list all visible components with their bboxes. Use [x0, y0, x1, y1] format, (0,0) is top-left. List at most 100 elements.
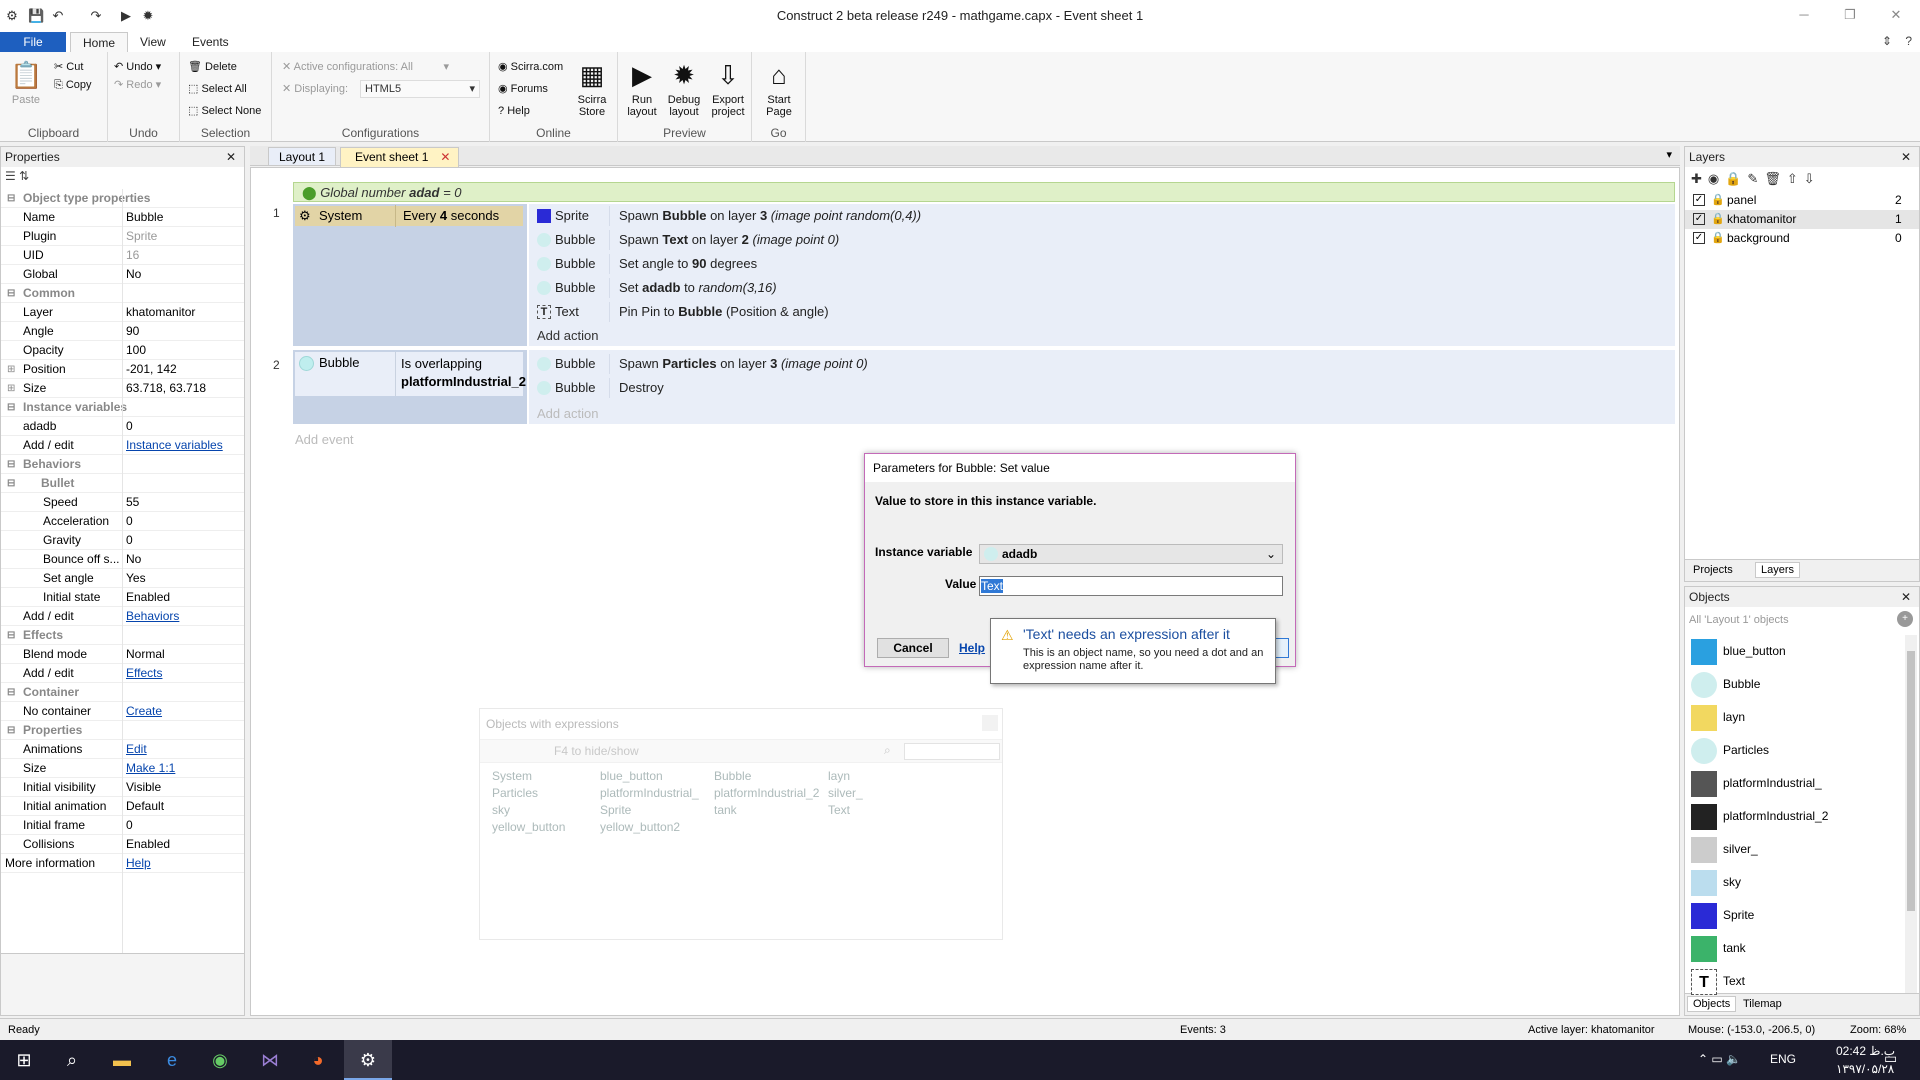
select-all-button[interactable]: ⬚ Select All [188, 80, 247, 98]
property-link[interactable]: Instance variables [126, 436, 223, 455]
lock-icon[interactable]: 🔒 [1711, 210, 1725, 229]
property-link[interactable]: Make 1:1 [126, 759, 175, 778]
expression-object[interactable]: Sprite [600, 803, 631, 817]
object-item[interactable]: sky [1689, 866, 1899, 899]
layers-toolbar[interactable]: ✚◉🔒✎🗑⇧⇩ [1691, 171, 1821, 187]
expression-object[interactable]: sky [492, 803, 510, 817]
close-icon[interactable]: ✕ [1901, 587, 1911, 607]
notifications-icon[interactable]: ▭ [1884, 1050, 1897, 1067]
expression-object[interactable]: silver_ [828, 786, 863, 800]
tab-layers[interactable]: Layers [1755, 562, 1801, 578]
active-config-dropdown[interactable]: ✕ Active configurations: All ▾ [282, 58, 449, 76]
expression-object[interactable]: platformIndustrial_2 [714, 786, 819, 800]
action-row[interactable]: Bubble Spawn Particles on layer 3 (image … [533, 354, 1673, 374]
tray-icons[interactable]: ⌃ ▭ 🔈 [1698, 1052, 1741, 1066]
property-link[interactable]: Create [126, 702, 162, 721]
tab-layout-1[interactable]: Layout 1 [268, 147, 337, 166]
tab-events[interactable]: Events [180, 32, 241, 52]
expand-icon[interactable]: ⊟ [7, 683, 15, 702]
object-item[interactable]: layn [1689, 701, 1899, 734]
object-item[interactable]: blue_button [1689, 635, 1899, 668]
expand-icon[interactable]: ⊟ [7, 474, 15, 493]
close-icon[interactable]: ✕ [1876, 4, 1916, 26]
tab-projects[interactable]: Projects [1689, 564, 1737, 576]
close-icon[interactable]: ✕ [226, 147, 236, 167]
tab-event-sheet-1[interactable]: Event sheet 1 ✕ [340, 147, 460, 167]
property-link[interactable]: Help [126, 854, 151, 873]
expression-object[interactable]: platformIndustrial_ [600, 786, 699, 800]
expand-icon[interactable]: ⊟ [7, 189, 15, 208]
expression-object[interactable]: layn [828, 769, 850, 783]
object-item[interactable]: Bubble [1689, 668, 1899, 701]
minimize-icon[interactable]: ─ [1784, 4, 1824, 26]
undo-button[interactable]: ↶ Undo ▾ [114, 58, 161, 76]
value-input[interactable]: Text [979, 576, 1283, 596]
add-action-link[interactable]: Add action [537, 326, 598, 346]
expand-icon[interactable]: ⊞ [7, 379, 15, 398]
chrome-icon[interactable]: ◉ [196, 1040, 244, 1080]
action-row[interactable]: Bubble Spawn Text on layer 2 (image point… [533, 230, 1673, 250]
tab-view[interactable]: View [128, 32, 178, 52]
action-row[interactable]: Sprite Spawn Bubble on layer 3 (image poi… [533, 206, 1673, 226]
instance-variable-select[interactable]: adadb ⌄ [979, 544, 1283, 564]
object-item[interactable]: Sprite [1689, 899, 1899, 932]
expand-icon[interactable]: ⊟ [7, 721, 15, 740]
property-link[interactable]: Edit [126, 740, 147, 759]
expression-object[interactable]: yellow_button2 [600, 820, 680, 834]
condition-row[interactable]: Bubble Is overlapping platformIndustrial… [295, 352, 526, 396]
help-icon[interactable]: ? [1905, 34, 1912, 48]
expression-object[interactable]: yellow_button [492, 820, 565, 834]
visual-studio-icon[interactable]: ⋈ [246, 1040, 294, 1080]
add-event-link[interactable]: Add event [295, 430, 354, 450]
expression-object[interactable]: blue_button [600, 769, 663, 783]
object-item[interactable]: platformIndustrial_ [1689, 767, 1899, 800]
help-link[interactable]: ? Help [498, 102, 530, 120]
layer-row[interactable]: ✓ 🔒 background 0 [1685, 229, 1919, 248]
search-icon[interactable]: ⌕ [48, 1040, 96, 1080]
condition-row[interactable]: ⚙ System Every 4 seconds [295, 205, 523, 227]
copy-button[interactable]: ⎘ Copy [54, 76, 92, 94]
help-link[interactable]: Help [959, 641, 985, 655]
add-object-icon[interactable]: + [1897, 611, 1913, 627]
object-item[interactable]: tank [1689, 932, 1899, 965]
tab-file[interactable]: File [0, 32, 66, 52]
property-link[interactable]: Effects [126, 664, 162, 683]
expression-object[interactable]: Bubble [714, 769, 751, 783]
expand-icon[interactable]: ⊟ [7, 284, 15, 303]
tab-home[interactable]: Home [70, 32, 129, 52]
scirra-link[interactable]: ◉ Scirra.com [498, 58, 563, 76]
add-action-link[interactable]: Add action [537, 404, 598, 424]
delete-button[interactable]: 🗑 Delete [188, 58, 237, 76]
sort-icon[interactable]: ☰ ⇅ [5, 169, 29, 183]
action-row[interactable]: Bubble Set adadb to random(3,16) [533, 278, 1673, 298]
close-icon[interactable]: ✕ [1901, 147, 1911, 167]
chevron-down-icon[interactable]: ▾ [1666, 148, 1672, 161]
forums-link[interactable]: ◉ Forums [498, 80, 548, 98]
checkbox-icon[interactable]: ✓ [1693, 232, 1705, 244]
firefox-icon[interactable]: ◕ [294, 1040, 342, 1080]
expand-icon[interactable]: ⊟ [7, 626, 15, 645]
edge-icon[interactable]: e [148, 1040, 196, 1080]
object-item[interactable]: T Text [1689, 965, 1899, 998]
scrollbar[interactable] [1905, 635, 1917, 993]
store-button[interactable]: ▦ Scirra Store [572, 58, 612, 118]
run-layout-button[interactable]: ▶ Run layout [622, 58, 662, 118]
start-page-button[interactable]: ⌂ Start Page [758, 58, 800, 118]
expand-icon[interactable]: ⊞ [7, 360, 15, 379]
property-link[interactable]: Behaviors [126, 607, 179, 626]
expand-icon[interactable]: ⊟ [7, 455, 15, 474]
object-item[interactable]: Particles [1689, 734, 1899, 767]
debug-layout-button[interactable]: ✹ Debug layout [664, 58, 704, 118]
checkbox-icon[interactable]: ✓ [1693, 213, 1705, 225]
select-none-button[interactable]: ⬚ Select None [188, 102, 261, 120]
layer-row[interactable]: ✓ 🔒 panel 2 [1685, 191, 1919, 210]
action-row[interactable]: Bubble Destroy [533, 378, 1673, 398]
folder-icon[interactable]: ▬ [98, 1040, 146, 1080]
displaying-select[interactable]: HTML5 ▾ [360, 80, 480, 98]
start-icon[interactable]: ⊞ [0, 1040, 48, 1080]
restore-icon[interactable]: ❐ [1830, 4, 1870, 26]
language-indicator[interactable]: ENG [1770, 1052, 1796, 1066]
tab-objects[interactable]: Objects [1687, 996, 1737, 1012]
expression-object[interactable]: Particles [492, 786, 538, 800]
expression-object[interactable]: System [492, 769, 532, 783]
